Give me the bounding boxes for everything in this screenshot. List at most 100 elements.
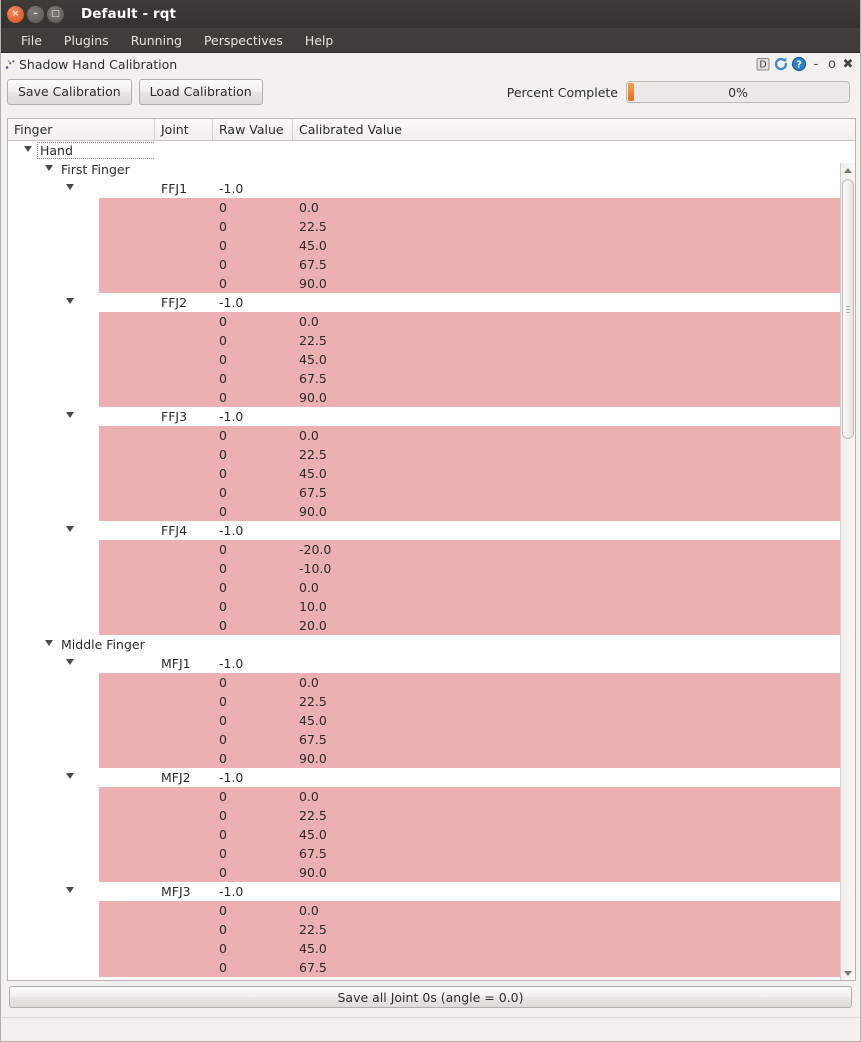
help-icon[interactable]: ? (791, 56, 807, 72)
menu-item-perspectives[interactable]: Perspectives (194, 31, 293, 50)
cell-finger (8, 217, 99, 236)
tree-node-row[interactable]: MFJ1 -1.0 (8, 654, 855, 673)
tree-data-row[interactable]: 0 22.5 (8, 445, 855, 464)
cell-calibrated-value: 0.0 (299, 580, 319, 595)
tree-data-row[interactable]: 0 0.0 (8, 578, 855, 597)
tree-data-row[interactable]: 0 45.0 (8, 825, 855, 844)
menu-item-help[interactable]: Help (295, 31, 344, 50)
cell-raw-value: 0 (219, 333, 227, 348)
scrollbar-thumb[interactable] (842, 179, 854, 439)
tree-data-row[interactable]: 0 -20.0 (8, 540, 855, 559)
dock-d-button[interactable]: D (755, 56, 771, 72)
cell-calibrated-value: 67.5 (299, 485, 327, 500)
expand-arrow-icon[interactable] (66, 298, 74, 304)
tree-data-row[interactable]: 0 90.0 (8, 388, 855, 407)
cell-raw-value: -1.0 (219, 181, 244, 196)
tree-node-row[interactable]: FFJ1 -1.0 (8, 179, 855, 198)
tree-data-row[interactable]: 0 0.0 (8, 312, 855, 331)
expand-arrow-icon[interactable] (66, 184, 74, 190)
scrollbar-grip-icon (846, 306, 850, 313)
cell-raw-value: 0 (219, 789, 227, 804)
tree-data-row[interactable]: 0 0.0 (8, 901, 855, 920)
expand-arrow-icon[interactable] (66, 412, 74, 418)
tree-data-row[interactable]: 0 45.0 (8, 350, 855, 369)
row-gutter (99, 692, 155, 711)
expand-arrow-icon[interactable] (66, 526, 74, 532)
tree-data-row[interactable]: 0 22.5 (8, 692, 855, 711)
cell-raw-value: 0 (219, 732, 227, 747)
tree-data-row[interactable]: 0 22.5 (8, 920, 855, 939)
tree-node-row[interactable]: MFJ3 -1.0 (8, 882, 855, 901)
cell-finger (8, 616, 99, 635)
column-header-finger[interactable]: Finger (8, 119, 155, 140)
column-header-raw-value[interactable]: Raw Value (213, 119, 293, 140)
tree-data-row[interactable]: 0 67.5 (8, 958, 855, 977)
expand-arrow-icon[interactable] (45, 640, 53, 646)
tree-node-row[interactable]: Middle Finger (8, 635, 855, 654)
tree-data-row[interactable]: 0 45.0 (8, 939, 855, 958)
expand-arrow-icon[interactable] (66, 773, 74, 779)
tree-data-row[interactable]: 0 0.0 (8, 426, 855, 445)
expand-arrow-icon[interactable] (45, 165, 53, 171)
tree-node-row[interactable]: FFJ4 -1.0 (8, 521, 855, 540)
tree-node-row[interactable]: First Finger (8, 160, 855, 179)
save-all-joint-zeros-button[interactable]: Save all Joint 0s (angle = 0.0) (9, 986, 852, 1008)
cell-joint (155, 618, 213, 633)
menu-item-file[interactable]: File (11, 31, 52, 50)
menu-item-plugins[interactable]: Plugins (54, 31, 119, 50)
row-gutter (99, 464, 155, 483)
tree-data-row[interactable]: 0 90.0 (8, 863, 855, 882)
tree-data-row[interactable]: 0 22.5 (8, 217, 855, 236)
dock-float-button[interactable]: o (825, 57, 839, 72)
column-header-calibrated-value[interactable]: Calibrated Value (293, 119, 855, 140)
row-gutter (99, 540, 155, 559)
scroll-down-button[interactable] (841, 966, 855, 980)
tree-data-row[interactable]: 0 67.5 (8, 483, 855, 502)
tree-data-row[interactable]: 0 10.0 (8, 597, 855, 616)
tree-data-row[interactable]: 0 22.5 (8, 806, 855, 825)
tree-data-row[interactable]: 0 90.0 (8, 502, 855, 521)
tree-data-row[interactable]: 0 0.0 (8, 673, 855, 692)
cell-finger (8, 483, 99, 502)
tree-data-row[interactable]: 0 0.0 (8, 787, 855, 806)
tree-data-row[interactable]: 0 45.0 (8, 464, 855, 483)
tree-node-row[interactable]: MFJ2 -1.0 (8, 768, 855, 787)
save-calibration-button[interactable]: Save Calibration (7, 79, 132, 105)
menu-item-running[interactable]: Running (121, 31, 192, 50)
window-minimize-button[interactable]: – (27, 5, 44, 23)
tree-data-row[interactable]: 0 22.5 (8, 331, 855, 350)
cell-calibrated-value: 0.0 (299, 200, 319, 215)
tree-data-row[interactable]: 0 45.0 (8, 236, 855, 255)
tree-data-row[interactable]: 0 0.0 (8, 198, 855, 217)
expand-arrow-icon[interactable] (66, 659, 74, 665)
scroll-up-button[interactable] (841, 163, 855, 177)
expand-arrow-icon[interactable] (66, 887, 74, 893)
window-maximize-button[interactable]: □ (47, 5, 64, 23)
tree-data-row[interactable]: 0 90.0 (8, 274, 855, 293)
row-gutter (99, 350, 155, 369)
cell-joint: FFJ2 (161, 295, 188, 310)
reload-icon[interactable] (773, 56, 789, 72)
cell-calibrated-value (293, 295, 855, 310)
tree-data-row[interactable]: 0 67.5 (8, 369, 855, 388)
tree-node-row[interactable]: Hand (8, 141, 855, 160)
tree-vertical-scrollbar[interactable] (840, 163, 855, 980)
tree-data-row[interactable]: 0 90.0 (8, 749, 855, 768)
dock-close-button[interactable]: ✖ (841, 57, 855, 72)
expand-arrow-icon[interactable] (24, 146, 32, 152)
dock-minimize-button[interactable]: - (809, 57, 823, 72)
cell-calibrated-value: 45.0 (299, 941, 327, 956)
tree-data-row[interactable]: 0 45.0 (8, 711, 855, 730)
tree-data-row[interactable]: 0 -10.0 (8, 559, 855, 578)
tree-data-row[interactable]: 0 67.5 (8, 255, 855, 274)
tree-node-row[interactable]: FFJ2 -1.0 (8, 293, 855, 312)
cell-calibrated-value: 67.5 (299, 846, 327, 861)
load-calibration-button[interactable]: Load Calibration (138, 79, 263, 105)
cell-joint: MFJ1 (161, 656, 191, 671)
column-header-joint[interactable]: Joint (155, 119, 213, 140)
tree-node-row[interactable]: FFJ3 -1.0 (8, 407, 855, 426)
tree-data-row[interactable]: 0 67.5 (8, 844, 855, 863)
tree-data-row[interactable]: 0 20.0 (8, 616, 855, 635)
tree-data-row[interactable]: 0 67.5 (8, 730, 855, 749)
window-close-button[interactable]: × (7, 5, 24, 23)
